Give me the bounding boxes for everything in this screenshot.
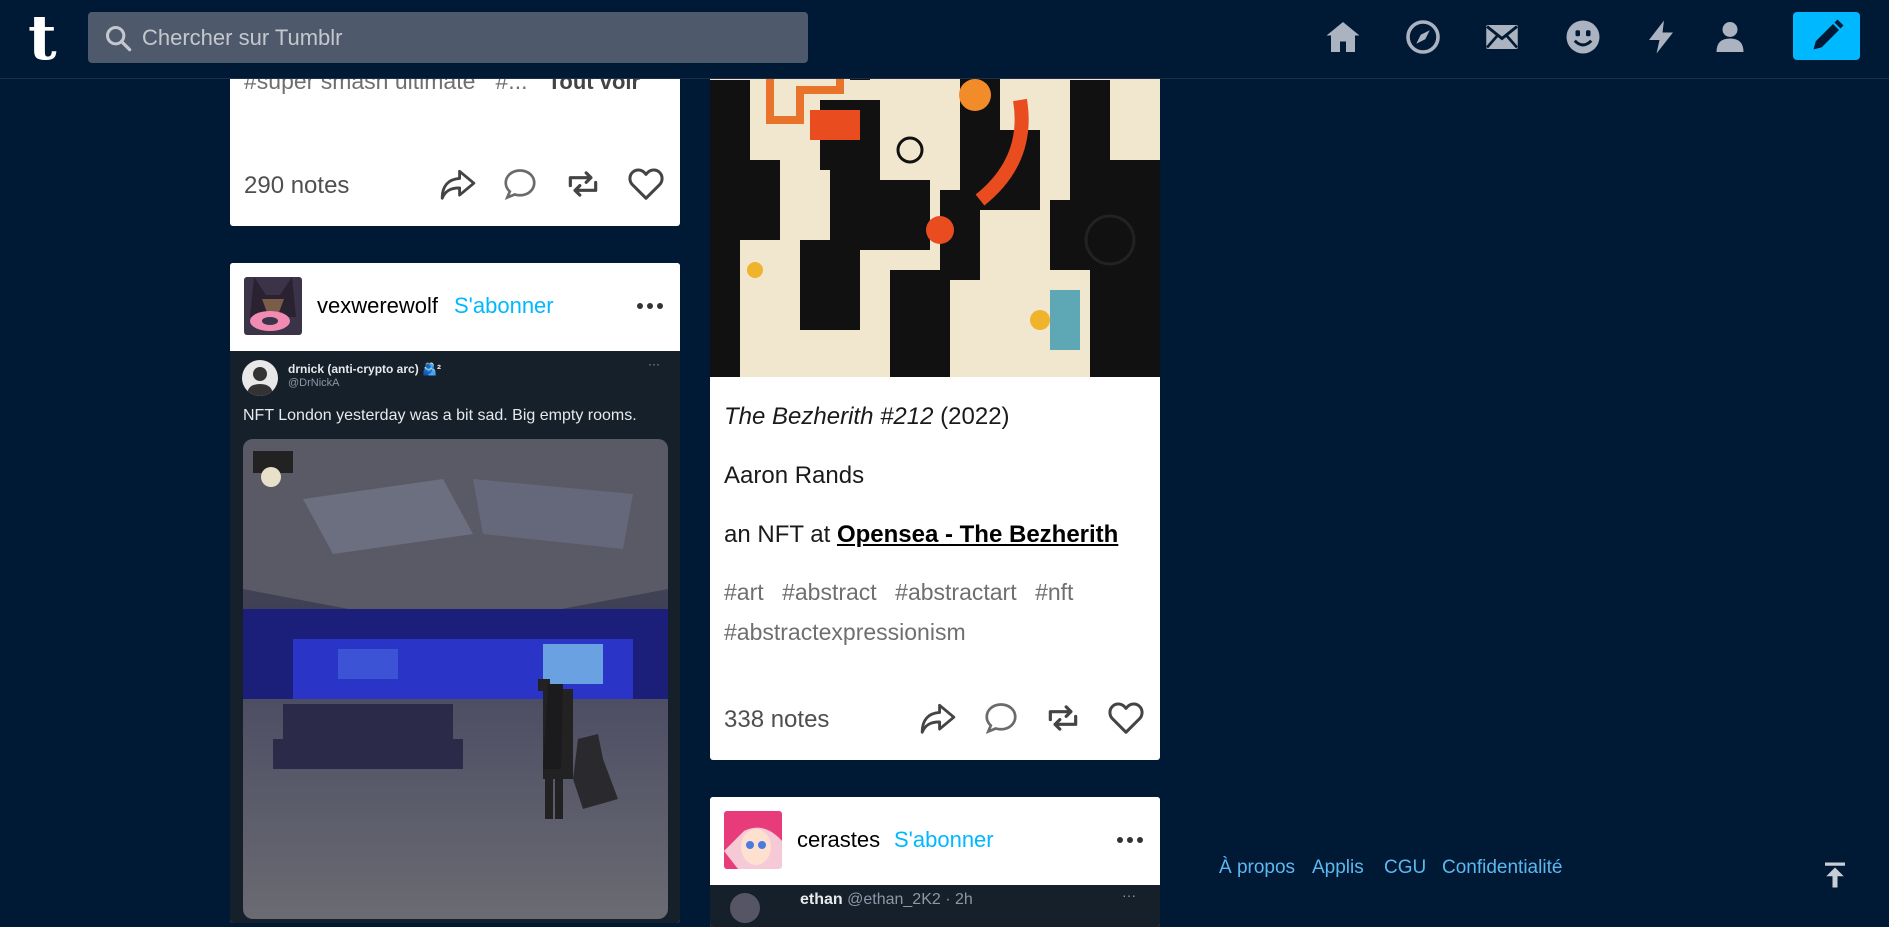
reply-icon[interactable] [981,698,1021,738]
messaging-icon[interactable] [1563,17,1603,57]
post-header: vexwerewolf S'abonner [230,263,680,351]
pencil-icon [1813,19,1843,50]
home-icon[interactable] [1323,17,1363,57]
activity-icon[interactable] [1641,17,1681,57]
tweet-text: NFT London yesterday was a bit sad. Big … [243,407,637,424]
blog-name[interactable]: vexwerewolf [317,293,438,319]
compose-button[interactable] [1793,12,1860,60]
tweet-author: ethan [800,891,843,908]
post-card: cerastes S'abonner ethan @ethan_2K2 · 2h… [710,797,1160,927]
reblog-icon[interactable] [1043,698,1083,738]
avatar[interactable] [244,277,302,335]
tweet-handle: @ethan_2K2 · 2h [847,891,973,908]
post-title: The Bezherith #212 (2022) [724,403,1010,430]
like-icon[interactable] [626,164,666,204]
tag[interactable]: #art [724,579,764,605]
reblog-icon[interactable] [563,164,603,204]
tweet-more-icon: ··· [648,357,660,371]
tumblr-logo[interactable]: t [28,7,62,69]
search-box[interactable] [88,12,808,63]
tag[interactable]: #abstractexpressionism [724,619,966,645]
more-options-icon[interactable] [1110,825,1150,855]
tag[interactable]: #abstractart [895,579,1016,605]
tweet-author: drnick (anti-crypto arc) 🫂² [288,362,441,376]
tweet-screenshot: drnick (anti-crypto arc) 🫂² @DrNickA ···… [230,351,680,923]
blog-name[interactable]: cerastes [797,827,880,853]
conference-room-photo [243,439,668,919]
search-input[interactable] [142,12,792,63]
tweet-more-icon: ··· [1122,887,1136,903]
top-navigation-bar: t [0,0,1889,79]
abstract-art-image[interactable] [710,40,1160,377]
footer-link-terms[interactable]: CGU [1384,857,1426,879]
share-icon[interactable] [918,698,958,738]
follow-button[interactable]: S'abonner [454,293,554,319]
tweet-screenshot: ethan @ethan_2K2 · 2h ··· [710,885,1160,927]
like-icon[interactable] [1106,698,1146,738]
footer-link-privacy[interactable]: Confidentialité [1442,857,1562,879]
inbox-icon[interactable] [1482,17,1522,57]
footer-link-about[interactable]: À propos [1219,857,1295,879]
explore-icon[interactable] [1403,17,1443,57]
post-tags: #art #abstract #abstractart #nft #abstra… [724,574,1144,654]
tag[interactable]: #nft [1035,579,1073,605]
nft-line: an NFT at Opensea - The Bezherith [724,521,1119,548]
account-icon[interactable] [1710,17,1750,57]
footer-link-apps[interactable]: Applis [1312,857,1364,879]
tweet-avatar [730,893,760,923]
avatar[interactable] [724,811,782,869]
more-options-icon[interactable] [630,291,670,321]
share-icon[interactable] [438,164,478,204]
tweet-handle: @DrNickA [288,377,340,389]
scroll-to-top-icon[interactable] [1820,860,1850,890]
artist-name: Aaron Rands [724,462,865,489]
post-header: cerastes S'abonner [710,797,1160,885]
reply-icon[interactable] [500,164,540,204]
search-icon [105,25,132,52]
tweet-header: ethan @ethan_2K2 · 2h [800,891,973,909]
follow-button[interactable]: S'abonner [894,827,994,853]
notes-count[interactable]: 338 notes [724,706,829,734]
opensea-link[interactable]: Opensea - The Bezherith [837,521,1118,548]
tag[interactable]: #abstract [782,579,877,605]
notes-count[interactable]: 290 notes [244,172,349,200]
post-card: The Bezherith #212 (2022) Aaron Rands an… [710,40,1160,760]
tweet-avatar [242,360,278,396]
post-card: vexwerewolf S'abonner drnick (anti-crypt… [230,263,680,923]
